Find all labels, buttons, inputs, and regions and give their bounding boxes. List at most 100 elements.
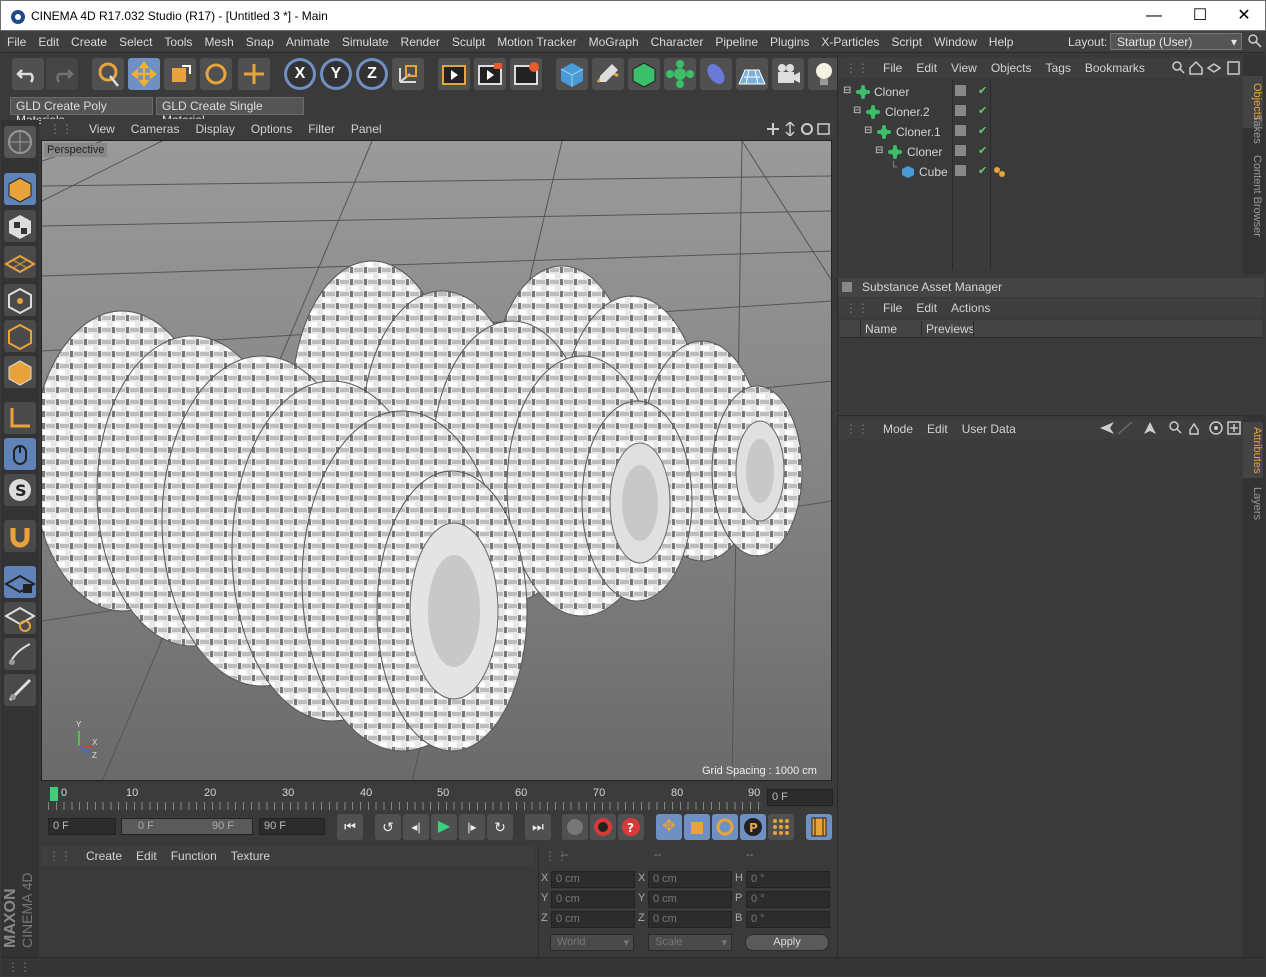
object-row[interactable]: ⊟ Cloner ✔ [840, 142, 1240, 162]
rotation-b-field[interactable]: 0 ° [746, 911, 830, 928]
coordinate-system-button[interactable] [392, 58, 424, 90]
scheme-settings-button[interactable] [806, 814, 832, 840]
object-row[interactable]: ⊟ Cloner.2 ✔ [840, 102, 1240, 122]
object-menu-edit[interactable]: Edit [909, 58, 944, 75]
render-picture-viewer-button[interactable] [474, 58, 506, 90]
keyframe-selection-button[interactable]: ? [618, 814, 644, 840]
size-x-field[interactable]: 0 cm [648, 871, 732, 888]
column-previews[interactable]: Previews [926, 322, 975, 336]
column-name[interactable]: Name [865, 322, 897, 336]
spline-pen-button[interactable] [592, 58, 624, 90]
enabled-check-icon[interactable]: ✔ [978, 124, 987, 137]
viewport-menu-view[interactable]: View [81, 119, 123, 136]
menu-simulate[interactable]: Simulate [336, 31, 395, 49]
position-z-field[interactable]: 0 cm [551, 911, 635, 928]
live-selection-button[interactable] [92, 58, 124, 90]
point-level-animation-button[interactable] [768, 814, 794, 840]
frame-range-slider[interactable]: 0 F 90 F [121, 818, 253, 835]
gld-create-single-material-button[interactable]: GLD Create Single Material [156, 97, 304, 127]
substance-menu-actions[interactable]: Actions [944, 298, 997, 315]
tweak-mode-button[interactable] [4, 438, 36, 470]
menu-window[interactable]: Window [928, 31, 983, 49]
size-z-field[interactable]: 0 cm [648, 911, 732, 928]
record-keys-button[interactable] [562, 814, 588, 840]
render-view-button[interactable] [438, 58, 470, 90]
tab-attributes[interactable]: Attributes [1243, 422, 1263, 478]
menu-mesh[interactable]: Mesh [198, 31, 239, 49]
z-axis-lock-button[interactable]: Z [356, 58, 388, 90]
rotation-h-field[interactable]: 0 ° [746, 871, 830, 888]
enable-axis-button[interactable] [4, 402, 36, 434]
material-menu-function[interactable]: Function [164, 846, 224, 863]
edges-mode-button[interactable] [4, 320, 36, 352]
object-menu-objects[interactable]: Objects [984, 58, 1039, 75]
attributes-menu-edit[interactable]: Edit [920, 419, 955, 436]
timeline-ruler[interactable]: 0 10 20 30 40 50 60 70 80 90 [48, 785, 762, 811]
snap-magnet-button[interactable] [4, 520, 36, 552]
menu-create[interactable]: Create [65, 31, 113, 49]
object-menu-tags[interactable]: Tags [1039, 58, 1078, 75]
object-menu-bookmarks[interactable]: Bookmarks [1078, 58, 1152, 75]
viewport-camera-label[interactable]: Perspective [44, 143, 108, 157]
apply-button[interactable]: Apply [745, 934, 829, 951]
points-mode-button[interactable] [4, 284, 36, 316]
search-icon[interactable] [1248, 34, 1262, 48]
previous-frame-button[interactable]: ◂| [403, 814, 429, 840]
menu-plugins[interactable]: Plugins [764, 31, 815, 49]
viewport-menu-filter[interactable]: Filter [300, 119, 343, 136]
material-menu-texture[interactable]: Texture [224, 846, 277, 863]
planar-workplane-button[interactable] [3, 602, 37, 634]
menu-help[interactable]: Help [983, 31, 1020, 49]
go-to-start-button[interactable]: ⏮ [337, 814, 363, 840]
viewport-menu-panel[interactable]: Panel [343, 119, 390, 136]
menu-snap[interactable]: Snap [240, 31, 280, 49]
position-y-field[interactable]: 0 cm [551, 891, 635, 908]
viewport-menu-display[interactable]: Display [187, 119, 242, 136]
cube-primitive-button[interactable] [556, 58, 588, 90]
tab-takes[interactable]: Takes [1243, 110, 1263, 148]
close-button[interactable]: ✕ [1221, 1, 1266, 31]
collapse-icon[interactable]: ⊟ [875, 145, 883, 156]
menu-x-particles[interactable]: X-Particles [815, 31, 885, 49]
object-row[interactable]: ⊟ Cloner ✔ [840, 82, 1240, 102]
end-frame-field[interactable]: 90 F [259, 818, 325, 835]
solo-button[interactable]: S [4, 474, 36, 506]
attributes-menu-mode[interactable]: Mode [876, 419, 920, 436]
menu-file[interactable]: File [1, 31, 32, 49]
object-menu-file[interactable]: File [876, 58, 909, 75]
parameter-key-button[interactable]: P [740, 814, 766, 840]
material-menu-edit[interactable]: Edit [129, 846, 164, 863]
redo-button[interactable] [46, 58, 78, 90]
current-frame-field[interactable]: 0 F [767, 789, 833, 806]
rotate-tool-button[interactable] [200, 58, 232, 90]
layout-select[interactable]: Startup (User) ▾ [1110, 33, 1242, 50]
panel-menu-icon[interactable] [842, 282, 852, 292]
floor-button[interactable] [736, 58, 768, 90]
viewport-menu-cameras[interactable]: Cameras [123, 119, 188, 136]
collapse-icon[interactable]: ⊟ [864, 125, 872, 136]
move-tool-button[interactable] [128, 58, 160, 90]
collapse-icon[interactable]: ⊟ [843, 85, 851, 96]
size-y-field[interactable]: 0 cm [648, 891, 732, 908]
menu-script[interactable]: Script [885, 31, 928, 49]
collapse-icon[interactable]: ⊟ [853, 105, 861, 116]
menu-pipeline[interactable]: Pipeline [709, 31, 764, 49]
position-key-button[interactable]: ✥ [656, 814, 682, 840]
previous-keyframe-button[interactable]: ↺ [375, 814, 401, 840]
maximize-button[interactable]: ☐ [1177, 1, 1223, 31]
gld-create-poly-materials-button[interactable]: GLD Create Poly Materials [10, 97, 153, 127]
attributes-menu-user-data[interactable]: User Data [955, 419, 1023, 436]
tab-layers[interactable]: Layers [1243, 486, 1263, 522]
menu-animate[interactable]: Animate [280, 31, 336, 49]
minimize-button[interactable]: — [1131, 1, 1177, 31]
enabled-check-icon[interactable]: ✔ [978, 104, 987, 117]
knife-tool-button[interactable] [4, 674, 36, 706]
menu-render[interactable]: Render [395, 31, 446, 49]
rotation-key-button[interactable] [712, 814, 738, 840]
texture-mode-button[interactable] [4, 210, 36, 242]
viewport-menu-options[interactable]: Options [243, 119, 300, 136]
playhead[interactable] [50, 787, 58, 801]
workplane-mode-button[interactable] [3, 246, 37, 278]
y-axis-lock-button[interactable]: Y [320, 58, 352, 90]
play-forward-button[interactable]: ▶ [431, 814, 457, 840]
